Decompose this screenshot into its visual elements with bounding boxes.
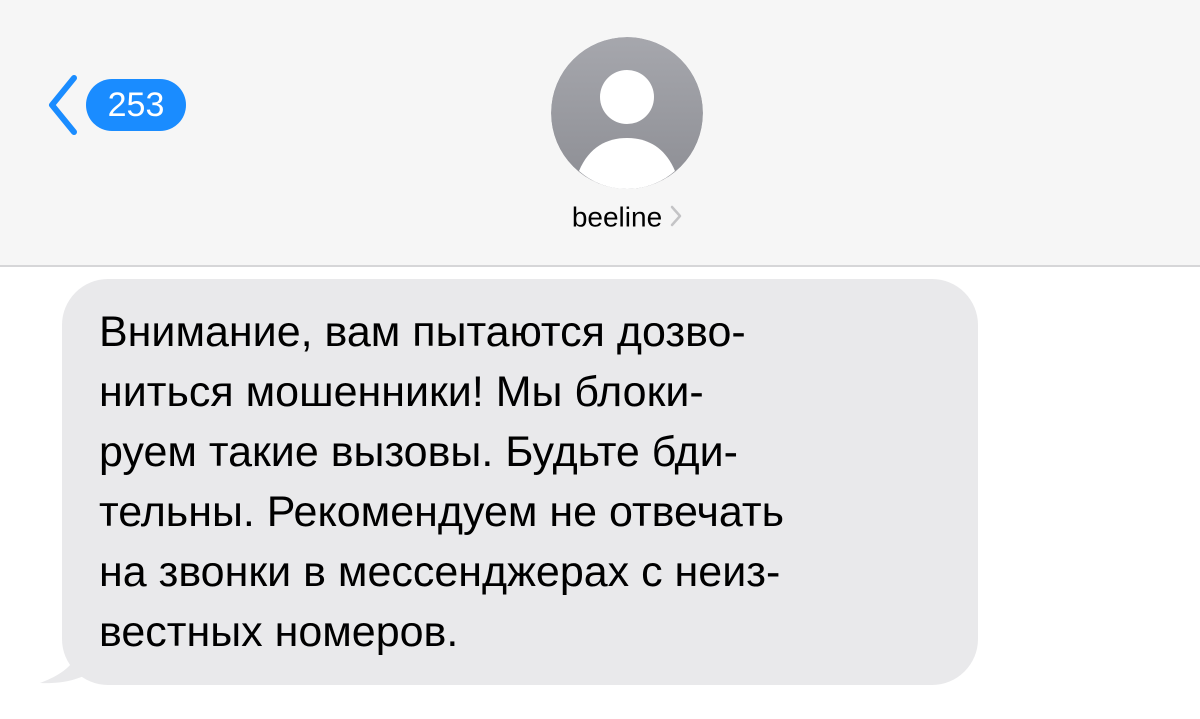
chevron-left-icon: [46, 74, 80, 136]
unread-count-badge: 253: [86, 79, 186, 131]
chevron-right-icon: [670, 202, 682, 234]
avatar[interactable]: [551, 37, 703, 189]
back-button[interactable]: 253: [46, 74, 186, 136]
message-text: Внимание, вам пытаются дозво- ниться мош…: [99, 302, 959, 662]
conversation-header: 253 beeline: [0, 0, 1200, 267]
message-line: на звонки в мессенджерах с неиз-: [99, 548, 781, 596]
person-silhouette-icon: [551, 37, 703, 189]
message-line: ниться мошенники! Мы блоки-: [99, 368, 704, 416]
message-line: тельны. Рекомендуем не отвечать: [99, 488, 784, 536]
message-line: вестных номеров.: [99, 608, 459, 656]
messages-screen: 253 beeline Внимание, вам пытаются дозво…: [0, 0, 1200, 719]
message-thread: Внимание, вам пытаются дозво- ниться мош…: [0, 267, 1200, 719]
message-line: руем такие вызовы. Будьте бди-: [99, 428, 738, 476]
message-line: Внимание, вам пытаются дозво-: [99, 308, 746, 356]
contact-name-button[interactable]: beeline: [0, 200, 1200, 234]
contact-name: beeline: [571, 201, 663, 233]
